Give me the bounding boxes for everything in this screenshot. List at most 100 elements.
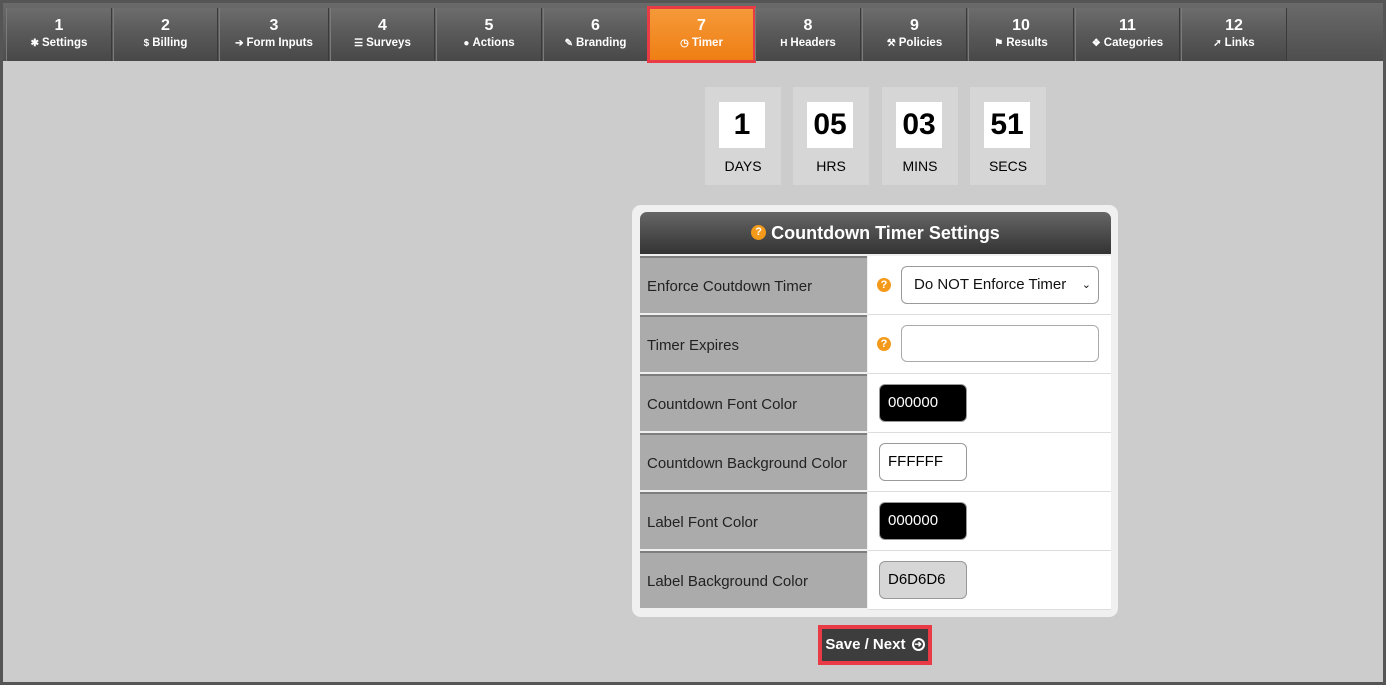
setting-value-cell: FFFFFF xyxy=(868,433,1111,492)
tab-label-wrap: ⚑ Results xyxy=(969,37,1073,50)
gear-icon: ✱ xyxy=(30,38,39,49)
tab-number: 1 xyxy=(54,17,64,34)
countdown-label: SECS xyxy=(988,158,1028,174)
countdown-hrs: 05 HRS xyxy=(793,87,869,185)
tab-billing[interactable]: 2 $ Billing xyxy=(113,8,218,61)
countdown-value: 51 xyxy=(984,102,1030,148)
select-value: Do NOT Enforce Timer xyxy=(914,276,1067,293)
arrow-circle-right-icon: ➜ xyxy=(911,637,925,651)
setting-value-cell: ? xyxy=(868,315,1111,374)
sign-in-icon: ➔ xyxy=(235,38,244,49)
tab-number: 8 xyxy=(803,17,813,34)
enforce-timer-select[interactable]: Do NOT Enforce Timer ⌄ xyxy=(901,266,1099,304)
tab-label: Policies xyxy=(898,37,943,49)
setting-row-countdown-font-color: Countdown Font Color 000000 xyxy=(640,374,1111,433)
panel-title: Countdown Timer Settings xyxy=(771,223,1000,243)
app-frame: 1 ✱ Settings 2 $ Billing 3 ➔ Form Inputs 4 ☰ Survey… xyxy=(3,3,1383,682)
tab-number: 7 xyxy=(697,17,706,34)
user-icon: ● xyxy=(463,38,470,49)
setting-label: Timer Expires xyxy=(640,315,867,372)
tab-label-wrap: ☰ Surveys xyxy=(331,37,434,50)
flag-icon: ⚑ xyxy=(994,38,1004,49)
tab-label-wrap: H Headers xyxy=(756,37,860,50)
tab-label-wrap: ◷ Timer xyxy=(650,37,753,50)
help-icon[interactable]: ? xyxy=(877,278,891,292)
color-input[interactable]: 000000 xyxy=(879,384,967,422)
countdown-value: 03 xyxy=(896,102,942,148)
tab-label-wrap: ● Actions xyxy=(437,37,541,50)
setting-row-timer-expires: Timer Expires? xyxy=(640,315,1111,374)
tab-number: 6 xyxy=(591,17,600,34)
setting-row-label-background-color: Label Background Color D6D6D6 xyxy=(640,551,1111,610)
tab-label: Headers xyxy=(790,37,836,49)
setting-value-cell: ? Do NOT Enforce Timer ⌄ xyxy=(868,256,1111,315)
tab-number: 2 xyxy=(161,17,170,34)
countdown-label: MINS xyxy=(902,158,938,174)
countdown-label: HRS xyxy=(816,158,846,174)
tab-branding[interactable]: 6 ✎ Branding xyxy=(543,8,648,61)
tab-label: Billing xyxy=(152,37,188,49)
tab-label: Surveys xyxy=(366,37,411,49)
tab-timer[interactable]: 7 ◷ Timer xyxy=(647,6,756,63)
gavel-icon: ⚒ xyxy=(886,38,896,49)
tab-categories[interactable]: 11 ❖ Categories xyxy=(1075,8,1180,61)
tab-label-wrap: ➔ Form Inputs xyxy=(220,37,328,50)
tab-label: Settings xyxy=(42,37,88,49)
tab-number: 10 xyxy=(1012,17,1030,34)
panel-header: ? Countdown Timer Settings xyxy=(640,212,1111,254)
tab-number: 12 xyxy=(1225,17,1243,34)
heading-icon: H xyxy=(780,38,788,49)
tab-label-wrap: ➚ Links xyxy=(1182,37,1286,50)
countdown-label: DAYS xyxy=(724,158,762,174)
countdown-days: 1 DAYS xyxy=(705,87,781,185)
tab-form-inputs[interactable]: 3 ➔ Form Inputs xyxy=(219,8,329,61)
paintbrush-icon: ✎ xyxy=(564,38,573,49)
help-icon[interactable]: ? xyxy=(751,224,767,240)
tab-label-wrap: ❖ Categories xyxy=(1076,37,1179,50)
tab-number: 9 xyxy=(910,17,919,34)
help-icon[interactable]: ? xyxy=(877,337,891,351)
countdown-mins: 03 MINS xyxy=(882,87,958,185)
tab-label-wrap: ✱ Settings xyxy=(7,37,111,50)
tab-label: Form Inputs xyxy=(246,37,313,49)
setting-label: Label Font Color xyxy=(640,492,867,549)
setting-label: Label Background Color xyxy=(640,551,867,608)
timer-settings-panel: ? Countdown Timer Settings Enforce Coutdo… xyxy=(632,205,1118,617)
timer-expires-input[interactable] xyxy=(901,325,1099,362)
color-input[interactable]: FFFFFF xyxy=(879,443,967,481)
tab-label: Actions xyxy=(472,37,515,49)
tab-surveys[interactable]: 4 ☰ Surveys xyxy=(330,8,435,61)
tab-label: Results xyxy=(1006,37,1048,49)
chevron-down-icon: ⌄ xyxy=(1081,279,1091,291)
tab-settings[interactable]: 1 ✱ Settings xyxy=(6,8,112,61)
tab-actions[interactable]: 5 ● Actions xyxy=(436,8,542,61)
tab-links[interactable]: 12 ➚ Links xyxy=(1181,8,1287,61)
color-input[interactable]: 000000 xyxy=(879,502,967,540)
setting-value-cell: D6D6D6 xyxy=(868,551,1111,610)
tab-results[interactable]: 10 ⚑ Results xyxy=(968,8,1074,61)
tab-headers[interactable]: 8 H Headers xyxy=(755,8,861,61)
setting-row-countdown-background-color: Countdown Background Color FFFFFF xyxy=(640,433,1111,492)
countdown-secs: 51 SECS xyxy=(970,87,1046,185)
tab-label-wrap: ✎ Branding xyxy=(544,37,647,50)
tab-number: 11 xyxy=(1119,17,1136,34)
setting-label: Countdown Background Color xyxy=(640,433,867,490)
setting-row-label-font-color: Label Font Color 000000 xyxy=(640,492,1111,551)
tab-label: Timer xyxy=(691,37,723,49)
tab-policies[interactable]: 9 ⚒ Policies xyxy=(862,8,967,61)
tab-number: 4 xyxy=(378,17,387,34)
tab-label: Links xyxy=(1224,37,1255,49)
tab-label-wrap: $ Billing xyxy=(114,37,217,50)
tab-label: Branding xyxy=(575,37,627,49)
tab-number: 3 xyxy=(269,17,279,34)
setting-value-cell: 000000 xyxy=(868,374,1111,433)
dollar-icon: $ xyxy=(143,38,150,49)
pointer-icon: ➚ xyxy=(1213,38,1222,49)
clock-icon: ◷ xyxy=(680,38,689,49)
tab-label: Categories xyxy=(1103,37,1164,49)
save-next-button[interactable]: Save / Next ➜ xyxy=(818,625,932,665)
color-input[interactable]: D6D6D6 xyxy=(879,561,967,599)
wizard-tab-bar: 1 ✱ Settings 2 $ Billing 3 ➔ Form Inputs 4 ☰ Survey… xyxy=(3,3,1383,63)
setting-value-cell: 000000 xyxy=(868,492,1111,551)
countdown-value: 05 xyxy=(807,102,853,148)
